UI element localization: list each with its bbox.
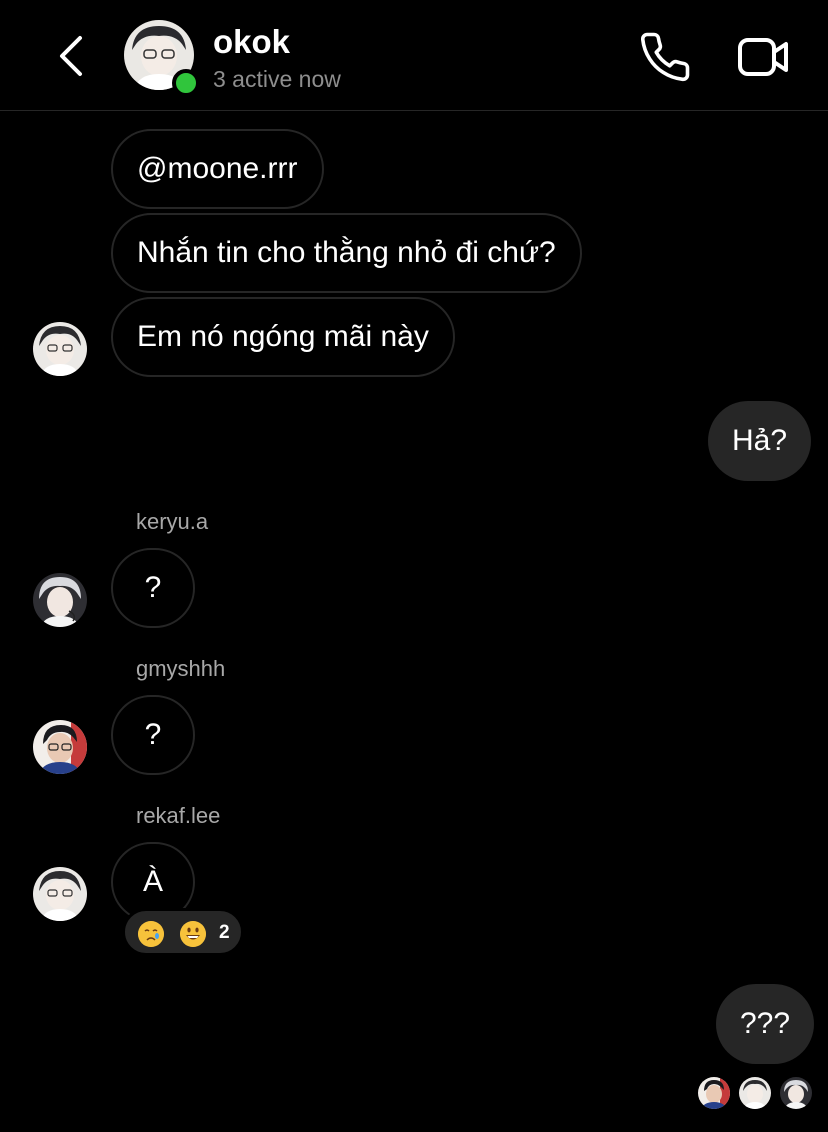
seen-by-avatar[interactable]	[739, 1077, 771, 1109]
message-text: Em nó ngóng mãi này	[137, 320, 429, 353]
message-text: Nhắn tin cho thằng nhỏ đi chứ?	[137, 236, 556, 269]
back-button[interactable]	[52, 30, 92, 82]
reaction-count: 2	[219, 922, 230, 943]
chevron-left-icon	[60, 36, 82, 76]
sender-avatar[interactable]	[33, 573, 87, 627]
sender-name: keryu.a	[136, 509, 209, 534]
sender-avatar[interactable]	[33, 867, 87, 921]
video-call-button[interactable]	[734, 32, 792, 82]
message-bubble-incoming[interactable]: ?	[111, 695, 195, 775]
video-camera-icon	[738, 38, 788, 76]
message-bubble-incoming[interactable]: @moone.rrr	[111, 129, 324, 209]
message-text: Hả?	[732, 424, 788, 457]
sender-name: rekaf.lee	[136, 803, 221, 828]
active-status-indicator	[172, 69, 200, 97]
grinning-face-icon	[180, 921, 206, 947]
message-text: @moone.rrr	[137, 152, 298, 185]
message-bubble-outgoing[interactable]: ???	[716, 984, 815, 1064]
seen-by-avatar[interactable]	[698, 1077, 730, 1109]
message-text: À	[142, 865, 163, 898]
sender-name: gmyshhh	[136, 656, 226, 681]
crying-face-icon	[138, 921, 164, 947]
phone-icon	[640, 32, 690, 82]
message-bubble-incoming[interactable]: Nhắn tin cho thằng nhỏ đi chứ?	[111, 213, 582, 293]
message-text: ?	[144, 718, 162, 751]
message-text: ???	[740, 1007, 791, 1040]
sender-avatar[interactable]	[33, 720, 87, 774]
seen-by-avatar[interactable]	[780, 1077, 812, 1109]
message-text: ?	[144, 571, 162, 604]
sender-avatar[interactable]	[33, 322, 87, 376]
chat-title[interactable]: okok	[213, 22, 290, 62]
reactions-pill[interactable]: 2	[122, 908, 244, 956]
active-status-text: 3 active now	[213, 66, 341, 92]
audio-call-button[interactable]	[638, 30, 692, 84]
chat-header: okok 3 active now	[0, 0, 828, 111]
message-bubble-incoming[interactable]: Em nó ngóng mãi này	[111, 297, 455, 377]
message-bubble-outgoing[interactable]: Hả?	[708, 401, 812, 481]
message-bubble-incoming[interactable]: ?	[111, 548, 195, 628]
